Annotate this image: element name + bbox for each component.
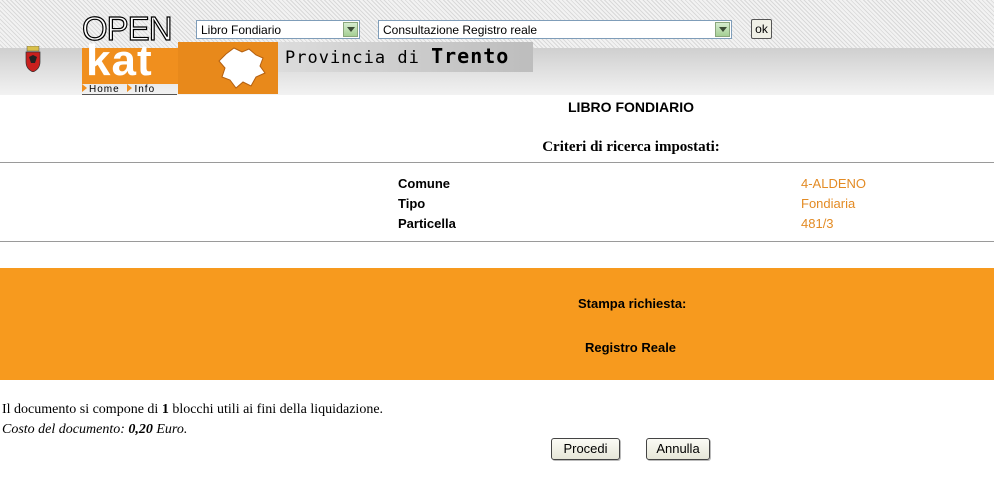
print-request-panel: Stampa richiesta: Registro Reale bbox=[0, 268, 994, 380]
coat-of-arms-icon bbox=[25, 46, 41, 72]
header-title: Provincia di Trento bbox=[285, 45, 509, 69]
document-info-suffix: blocchi utili ai fini della liquidazione… bbox=[172, 402, 384, 417]
criteria-label: Comune bbox=[398, 176, 450, 191]
section-select[interactable]: Libro Fondiario bbox=[196, 20, 360, 39]
criteria-label: Tipo bbox=[398, 196, 426, 211]
cancel-button[interactable]: Annulla bbox=[646, 438, 710, 460]
logo-kat-text: kat bbox=[86, 36, 153, 85]
divider bbox=[0, 241, 994, 242]
arrow-right-icon bbox=[127, 84, 133, 92]
query-select-value: Consultazione Registro reale bbox=[383, 23, 538, 37]
chevron-down-icon[interactable] bbox=[715, 22, 730, 37]
header-title-main: Trento bbox=[431, 44, 510, 68]
print-request-value: Registro Reale bbox=[585, 340, 677, 355]
document-cost: Costo del documento: 0,20 Euro. bbox=[2, 422, 187, 438]
criteria-row-tipo: Tipo Fondiaria bbox=[0, 196, 994, 216]
query-select[interactable]: Consultazione Registro reale bbox=[378, 20, 732, 39]
criteria-heading: Criteri di ricerca impostati: bbox=[0, 139, 994, 156]
page-title: LIBRO FONDIARIO bbox=[0, 99, 994, 115]
document-info: Il documento si compone di 1 blocchi uti… bbox=[2, 402, 383, 418]
document-blocks-count: 1 bbox=[161, 402, 169, 417]
proceed-button[interactable]: Procedi bbox=[551, 438, 620, 460]
header-title-prefix: Provincia di bbox=[285, 48, 420, 68]
criteria-row-comune: Comune 4-ALDENO bbox=[0, 176, 994, 196]
print-request-label: Stampa richiesta: bbox=[578, 296, 687, 311]
document-cost-suffix: Euro. bbox=[156, 422, 188, 437]
arrow-right-icon bbox=[82, 84, 87, 92]
criteria-row-particella: Particella 481/3 bbox=[0, 216, 994, 236]
document-cost-value: 0,20 bbox=[128, 422, 153, 437]
chevron-down-icon[interactable] bbox=[343, 22, 358, 37]
document-cost-prefix: Costo del documento: bbox=[2, 422, 125, 437]
section-select-value: Libro Fondiario bbox=[201, 23, 282, 37]
criteria-label: Particella bbox=[398, 216, 456, 231]
criteria-value: Fondiaria bbox=[801, 196, 856, 211]
criteria-heading-text: Criteri di ricerca impostati: bbox=[542, 139, 720, 155]
divider bbox=[0, 162, 994, 163]
trentino-map-icon bbox=[218, 47, 266, 89]
ok-button[interactable]: ok bbox=[751, 19, 772, 39]
page-title-text: LIBRO FONDIARIO bbox=[568, 99, 694, 115]
criteria-value: 481/3 bbox=[801, 216, 834, 231]
page-header: OPEN kat Provincia di Trento Home Info L… bbox=[0, 0, 994, 95]
nav-divider bbox=[82, 94, 177, 95]
criteria-value: 4-ALDENO bbox=[801, 176, 867, 191]
document-info-prefix: Il documento si compone di bbox=[2, 402, 159, 417]
province-map-image bbox=[178, 42, 278, 94]
